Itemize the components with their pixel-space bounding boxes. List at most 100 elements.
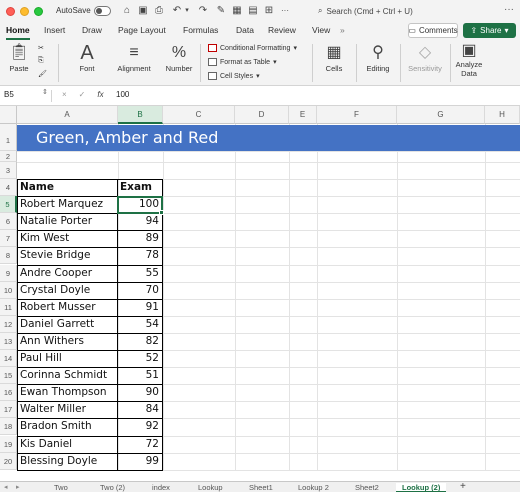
sheet-nav-prev-icon[interactable]: ◂ [4,483,8,491]
exam-cell[interactable]: 52 [118,350,159,367]
name-cell[interactable]: Robert Musser [20,299,116,316]
tab-data[interactable]: Data [236,25,254,35]
row-header-16[interactable]: 16 [0,384,17,402]
undo-dropdown-icon[interactable]: ▾ [180,4,194,18]
enter-icon[interactable]: ✓ [79,90,86,99]
sheet-tab-lookup-2-active[interactable]: Lookup (2) [396,483,447,492]
name-cell[interactable]: Natalie Porter [20,213,116,230]
row-header-7[interactable]: 7 [0,230,17,248]
ribbon-overflow-icon[interactable]: » [340,25,345,35]
header-exam-cell[interactable]: Exam [120,179,160,196]
column-header-h[interactable]: H [485,106,520,124]
tab-view[interactable]: View [312,25,330,35]
column-header-a[interactable]: A [17,106,118,124]
row-header-3[interactable]: 3 [0,162,17,179]
name-cell[interactable]: Crystal Doyle [20,282,116,299]
tab-draw[interactable]: Draw [82,25,102,35]
name-cell[interactable]: Ann Withers [20,333,116,350]
column-header-e[interactable]: E [289,106,317,124]
cell-styles-button[interactable]: Cell Styles ▾ [208,72,260,80]
alignment-button[interactable]: ≡ Alignment [116,42,152,73]
exam-cell[interactable]: 82 [118,333,159,350]
exam-cell[interactable]: 54 [118,316,159,333]
row-header-5[interactable]: 5 [0,196,17,214]
column-header-g[interactable]: G [397,106,485,124]
exam-cell[interactable]: 84 [118,401,159,418]
editing-button[interactable]: ⚲ Editing [364,42,392,73]
name-cell[interactable]: Blessing Doyle [20,453,116,470]
name-cell[interactable]: Walter Miller [20,401,116,418]
row-header-20[interactable]: 20 [0,452,17,470]
row-header-12[interactable]: 12 [0,315,17,333]
sensitivity-button[interactable]: ◇ Sensitivity [406,42,444,73]
exam-cell[interactable]: 89 [118,230,159,247]
format-painter-brush-icon[interactable]: 🖌︎ [38,70,47,78]
name-cell[interactable]: Stevie Bridge [20,247,116,264]
row-header-11[interactable]: 11 [0,298,17,316]
sheet-tab-lookup[interactable]: Lookup [198,483,223,492]
tab-insert[interactable]: Insert [44,25,65,35]
share-button[interactable]: ⇪ Share ▾ [463,23,516,38]
home-icon[interactable]: ⌂ [120,4,134,18]
row-header-14[interactable]: 14 [0,350,17,368]
name-cell[interactable]: Corinna Schmidt [20,367,116,384]
sheet-tab-sheet2[interactable]: Sheet2 [355,483,379,492]
close-window-button[interactable] [6,7,15,16]
comments-button[interactable]: ▭ Comments [408,23,458,38]
tab-page-layout[interactable]: Page Layout [118,25,166,35]
tab-review[interactable]: Review [268,25,296,35]
exam-cell[interactable]: 91 [118,299,159,316]
analyze-data-button[interactable]: ▣ Analyze Data [454,42,484,78]
more-options-icon[interactable]: ··· [504,4,514,15]
chart-icon[interactable]: ▤ [246,4,260,18]
exam-cell[interactable]: 90 [118,384,159,401]
row-header-9[interactable]: 9 [0,264,17,282]
search-box[interactable]: ⌕ Search (Cmd + Ctrl + U) [318,4,498,18]
header-name-cell[interactable]: Name [20,179,116,196]
row-header-19[interactable]: 19 [0,435,17,453]
active-cell-outline[interactable] [117,196,163,214]
sheet-tab-index[interactable]: index [152,483,170,492]
name-cell[interactable]: Paul Hill [20,350,116,367]
row-header-15[interactable]: 15 [0,367,17,385]
name-cell[interactable]: Kis Daniel [20,436,116,453]
redo-icon[interactable]: ↷ [196,4,210,18]
name-cell[interactable]: Kim West [20,230,116,247]
autosave-toggle[interactable] [94,6,111,16]
font-button[interactable]: A Font [72,42,102,73]
column-header-f[interactable]: F [317,106,397,124]
exam-cell[interactable]: 92 [118,418,159,435]
conditional-formatting-button[interactable]: Conditional Formatting ▾ [208,44,297,52]
tab-formulas[interactable]: Formulas [183,25,218,35]
row-header-17[interactable]: 17 [0,401,17,419]
column-header-b[interactable]: B [118,106,163,124]
sheet-tab-lookup-2[interactable]: Lookup 2 [298,483,329,492]
exam-cell[interactable]: 99 [118,453,159,470]
print-icon[interactable]: ⎙ [152,4,166,18]
sheet-tab-sheet1[interactable]: Sheet1 [249,483,273,492]
tab-home[interactable]: Home [6,25,30,35]
fill-handle[interactable] [159,210,164,215]
cells-button[interactable]: ▦ Cells [320,42,348,73]
select-all-corner[interactable] [0,106,17,124]
column-header-d[interactable]: D [235,106,289,124]
table-icon[interactable]: ▦ [230,4,244,18]
exam-cell[interactable]: 55 [118,265,159,282]
name-cell[interactable]: Andre Cooper [20,265,116,282]
row-header-18[interactable]: 18 [0,418,17,436]
row-header-1[interactable]: 1 [0,124,17,151]
exam-cell[interactable]: 78 [118,247,159,264]
name-cell[interactable]: Robert Marquez [20,196,116,213]
row-header-10[interactable]: 10 [0,281,17,299]
copy-icon[interactable]: ⎘ [38,57,44,65]
sheet-tab-two-2[interactable]: Two (2) [100,483,125,492]
exam-cell[interactable]: 72 [118,436,159,453]
format-as-table-button[interactable]: Format as Table ▾ [208,58,277,66]
sheet-tab-two[interactable]: Two [54,483,68,492]
name-cell[interactable]: Bradon Smith [20,418,116,435]
save-icon[interactable]: ▣ [136,4,150,18]
number-button[interactable]: % Number [164,42,194,73]
insert-function-icon[interactable]: fx [97,90,103,99]
row-header-2[interactable]: 2 [0,151,17,162]
minimize-window-button[interactable] [20,7,29,16]
